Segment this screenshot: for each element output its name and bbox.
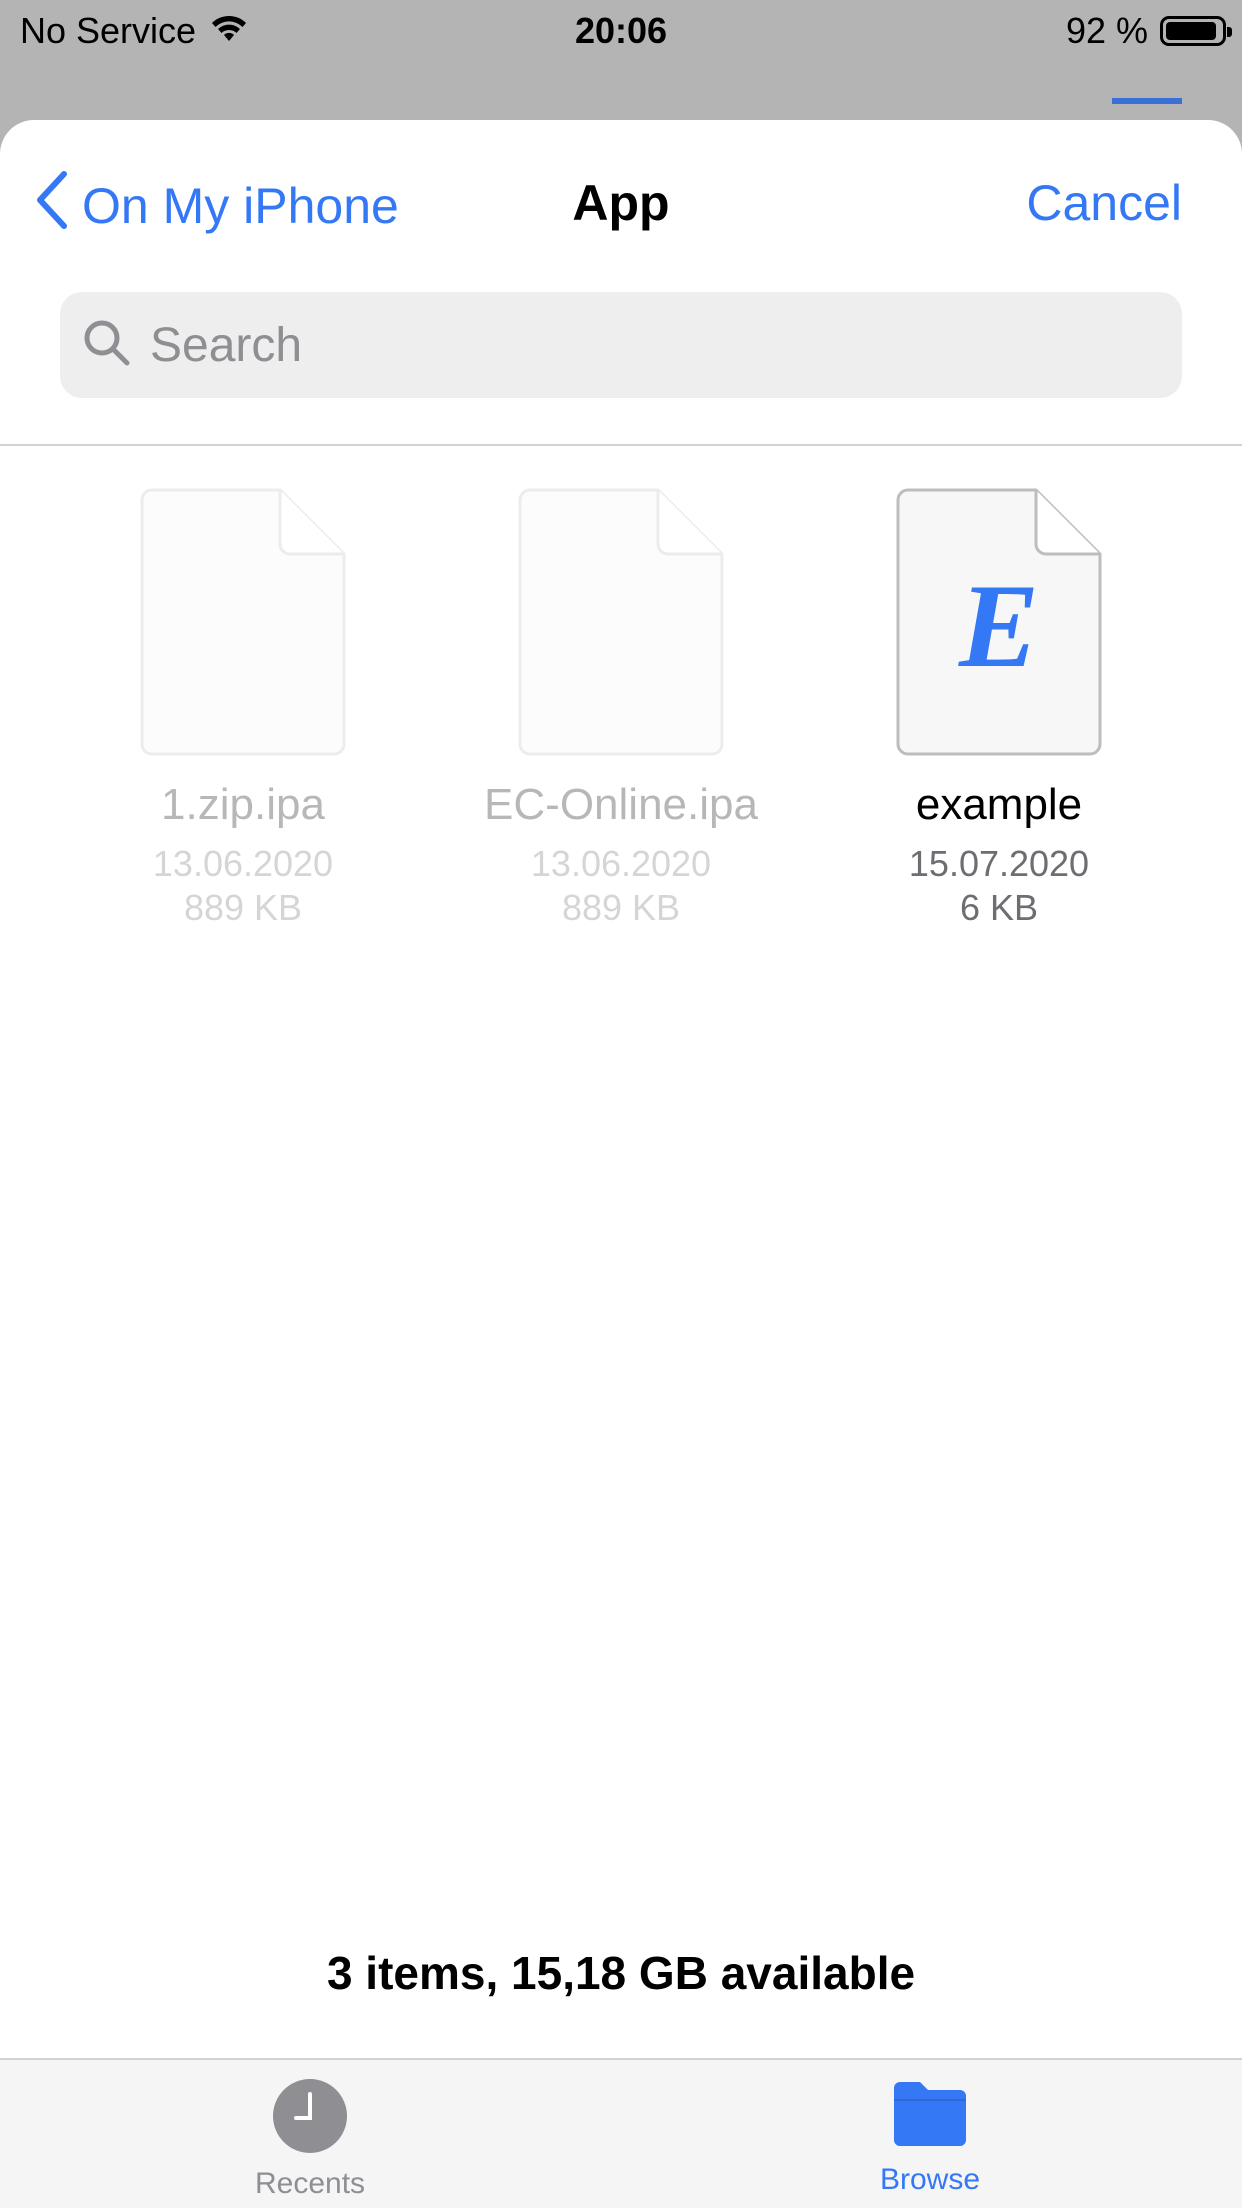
screen: No Service 20:06 92 % On My iPhone App C… bbox=[0, 0, 1242, 2208]
search-divider bbox=[0, 444, 1242, 446]
battery-icon bbox=[1160, 16, 1232, 46]
clock-icon bbox=[272, 2079, 348, 2158]
folder-icon bbox=[890, 2082, 970, 2154]
search-icon bbox=[82, 318, 148, 373]
status-right: 92 % bbox=[1065, 10, 1232, 52]
search-bar[interactable] bbox=[60, 292, 1182, 398]
tab-bar: Recents Browse bbox=[0, 2058, 1242, 2208]
tab-browse[interactable]: Browse bbox=[810, 2078, 1050, 2197]
document-picker-sheet: On My iPhone App Cancel Search 1.zip.ipa… bbox=[0, 120, 1242, 2208]
background-menu-icon bbox=[1112, 98, 1182, 104]
file-size: 889 KB bbox=[561, 887, 681, 928]
cancel-button[interactable]: Cancel bbox=[1026, 174, 1182, 232]
file-date: 13.06.2020 bbox=[152, 843, 334, 884]
tab-recents[interactable]: Recents bbox=[190, 2078, 430, 2201]
file-date: 15.07.2020 bbox=[908, 843, 1090, 884]
document-letter: E bbox=[958, 559, 1039, 692]
file-size: 889 KB bbox=[183, 887, 303, 928]
clock-time: 20:06 bbox=[574, 10, 668, 51]
generic-document-icon bbox=[518, 488, 724, 756]
storage-summary: 3 items, 15,18 GB available bbox=[326, 1947, 916, 1999]
file-name: EC-Online.ipa bbox=[484, 780, 758, 829]
battery-fill bbox=[1166, 22, 1216, 40]
picker-navbar: On My iPhone App Cancel bbox=[0, 120, 1242, 290]
file-item: 1.zip.ipa 13.06.2020 889 KB bbox=[83, 488, 403, 930]
e-document-icon: E bbox=[896, 488, 1102, 756]
status-bar: No Service 20:06 92 % bbox=[0, 0, 1242, 62]
file-name: example bbox=[915, 780, 1083, 829]
file-size: 6 KB bbox=[959, 887, 1039, 928]
battery-percent: 92 % bbox=[1065, 10, 1148, 51]
tab-recents-label: Recents bbox=[254, 2167, 366, 2200]
file-date: 13.06.2020 bbox=[530, 843, 712, 884]
search-input[interactable] bbox=[148, 316, 1112, 374]
tab-browse-label: Browse bbox=[879, 2163, 981, 2196]
generic-document-icon bbox=[140, 488, 346, 756]
file-item-example[interactable]: E example 15.07.2020 6 KB bbox=[839, 488, 1159, 930]
file-name: 1.zip.ipa bbox=[161, 780, 325, 829]
file-item: EC-Online.ipa 13.06.2020 889 KB bbox=[461, 488, 781, 930]
